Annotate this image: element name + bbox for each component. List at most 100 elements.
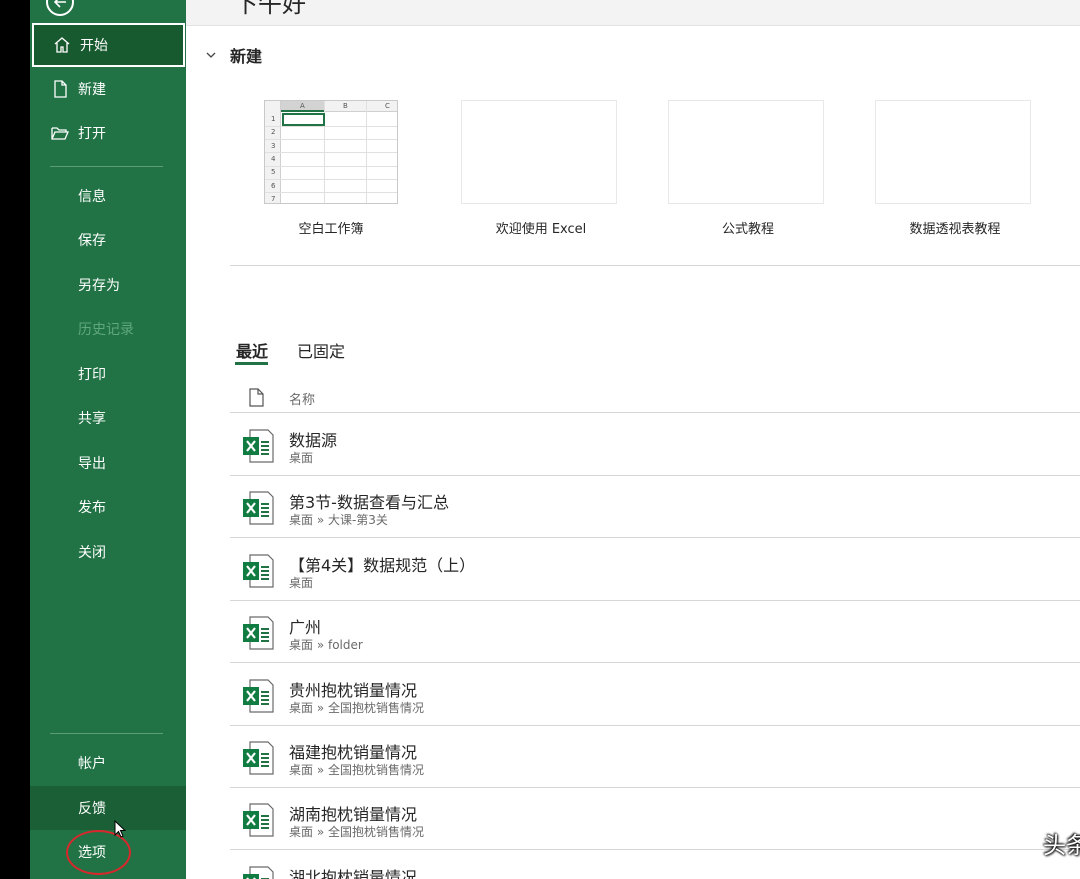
sidebar-item-share[interactable]: 共享 xyxy=(30,396,186,440)
sidebar-item-open[interactable]: 打开 xyxy=(30,111,186,155)
file-path: 桌面 xyxy=(289,451,314,465)
template-welcome-excel[interactable]: 欢迎使用 Excel xyxy=(461,100,621,237)
template-blank-workbook[interactable]: A B C 1 2 3 4 5 6 7 空白工作簿 xyxy=(186,100,474,237)
sidebar-item-label: 反馈 xyxy=(78,801,106,817)
row-label: 3 xyxy=(271,142,276,150)
file-name: 数据源 xyxy=(289,431,338,450)
excel-file-icon xyxy=(242,678,274,717)
sidebar-item-export[interactable]: 导出 xyxy=(30,441,186,485)
sidebar-item-print[interactable]: 打印 xyxy=(30,352,186,396)
excel-file-icon xyxy=(242,554,274,592)
row-label: 2 xyxy=(271,128,276,136)
excel-file-icon xyxy=(242,866,274,879)
grid-line xyxy=(265,139,397,140)
sidebar-item-account[interactable]: 帐户 xyxy=(30,741,186,785)
back-arrow-icon xyxy=(53,0,66,8)
sidebar-item-new[interactable]: 新建 xyxy=(30,67,186,111)
recent-file-row[interactable]: 数据源 桌面 xyxy=(230,414,1080,476)
new-section-header[interactable]: 新建 xyxy=(206,43,262,67)
file-name: 贵州抱枕销量情况 xyxy=(289,680,418,700)
file-name: 第3节-数据查看与汇总 xyxy=(289,493,449,513)
section-divider xyxy=(230,265,1080,266)
grid-line xyxy=(265,152,397,153)
file-name: 【第4关】数据规范（上） xyxy=(289,555,476,575)
grid-line xyxy=(265,179,397,180)
sidebar-item-label: 另存为 xyxy=(78,278,120,294)
sidebar-separator xyxy=(50,733,163,734)
file-path: 桌面 » 全国抱枕销售情况 xyxy=(289,825,424,840)
grid-line xyxy=(265,166,397,167)
row-label: 1 xyxy=(271,115,276,123)
template-thumbnail xyxy=(461,100,617,204)
back-button[interactable] xyxy=(46,0,74,16)
grid-line xyxy=(265,126,397,127)
new-document-icon xyxy=(54,80,67,98)
recent-file-row[interactable]: 第3节-数据查看与汇总 桌面 » 大课-第3关 xyxy=(230,476,1080,539)
recent-file-row[interactable]: 湖南抱枕销量情况 桌面 » 全国抱枕销售情况 xyxy=(230,788,1080,851)
excel-file-icon xyxy=(242,741,274,779)
row-label: 7 xyxy=(271,195,276,203)
grid-line xyxy=(265,192,397,193)
mouse-cursor-icon xyxy=(114,820,127,838)
recent-file-row[interactable]: 福建抱枕销量情况 桌面 » 全国抱枕销售情况 xyxy=(230,726,1080,788)
sidebar-item-publish[interactable]: 发布 xyxy=(30,485,186,529)
column-label: B xyxy=(343,102,348,110)
recent-file-row[interactable]: 广州 桌面 » folder xyxy=(230,601,1080,664)
template-thumbnail xyxy=(875,100,1031,204)
column-label: C xyxy=(385,102,390,110)
left-black-strip xyxy=(0,0,30,879)
sidebar-item-label: 信息 xyxy=(78,189,106,205)
sidebar-item-label: 共享 xyxy=(78,411,106,427)
watermark-text: 头条 @胖达叠丝 xyxy=(1043,833,1080,859)
sidebar-item-feedback[interactable]: 反馈 xyxy=(30,786,186,830)
template-pivottable-tutorial[interactable]: 数据透视表教程 xyxy=(875,100,1035,237)
file-name: 湖南抱枕销量情况 xyxy=(289,805,418,825)
tab-recent[interactable]: 最近 xyxy=(236,338,268,362)
grid-line xyxy=(366,101,367,203)
file-path: 桌面 xyxy=(289,575,314,590)
file-path: 桌面 » 全国抱枕销售情况 xyxy=(289,763,424,777)
document-icon xyxy=(249,388,264,407)
blank-workbook-thumbnail: A B C 1 2 3 4 5 6 7 xyxy=(264,100,398,204)
sidebar-item-label: 导出 xyxy=(78,456,106,472)
recent-file-row[interactable]: 【第4关】数据规范（上） 桌面 xyxy=(230,539,1080,601)
template-thumbnail xyxy=(668,100,824,204)
excel-file-icon xyxy=(242,491,274,529)
sidebar-item-history: 历史记录 xyxy=(30,307,186,351)
greeting-band: 下午好 xyxy=(186,0,1080,26)
home-icon xyxy=(54,37,70,53)
new-section-title: 新建 xyxy=(230,47,263,66)
excel-file-icon xyxy=(242,616,274,654)
row-label: 5 xyxy=(271,168,276,176)
file-name: 广州 xyxy=(289,618,322,638)
excel-file-icon xyxy=(242,803,274,841)
file-name: 福建抱枕销量情况 xyxy=(289,743,418,762)
backstage-sidebar: 开始 新建 打开 信息 保存 另存为 历史记录 打印 共享 导出 发布 关闭 帐… xyxy=(30,0,186,879)
row-label: 4 xyxy=(271,155,276,163)
name-column-header[interactable]: 名称 xyxy=(289,389,315,408)
sidebar-item-label: 打印 xyxy=(78,367,106,383)
file-path: 桌面 » 大课-第3关 xyxy=(289,513,388,528)
file-path: 桌面 » folder xyxy=(289,638,363,653)
sidebar-item-save[interactable]: 保存 xyxy=(30,218,186,262)
tab-pinned[interactable]: 已固定 xyxy=(297,338,345,362)
sidebar-item-label: 开始 xyxy=(80,38,108,54)
recent-file-row[interactable]: 湖北抱枕销量情况 xyxy=(230,851,1080,879)
chevron-down-icon xyxy=(206,52,216,58)
sidebar-item-home[interactable]: 开始 xyxy=(32,23,185,67)
folder-open-icon xyxy=(51,127,69,140)
template-formula-tutorial[interactable]: 公式教程 xyxy=(668,100,828,237)
sidebar-item-label: 发布 xyxy=(78,500,106,516)
sidebar-item-label: 关闭 xyxy=(78,545,106,561)
backstage-main: 下午好 新建 A B C 1 2 3 4 5 6 7 空白工作簿 欢迎使用 Ex… xyxy=(186,0,1080,879)
selected-cell xyxy=(282,113,325,126)
sidebar-item-save-as[interactable]: 另存为 xyxy=(30,263,186,307)
recent-file-row[interactable]: 贵州抱枕销量情况 桌面 » 全国抱枕销售情况 xyxy=(230,664,1080,726)
sidebar-item-label: 历史记录 xyxy=(78,322,134,338)
sidebar-item-info[interactable]: 信息 xyxy=(30,174,186,218)
greeting-text: 下午好 xyxy=(234,0,306,18)
template-label: 数据透视表教程 xyxy=(909,222,1001,237)
template-label: 欢迎使用 Excel xyxy=(495,222,587,237)
template-label: 空白工作簿 xyxy=(298,222,364,237)
sidebar-item-close[interactable]: 关闭 xyxy=(30,530,186,574)
